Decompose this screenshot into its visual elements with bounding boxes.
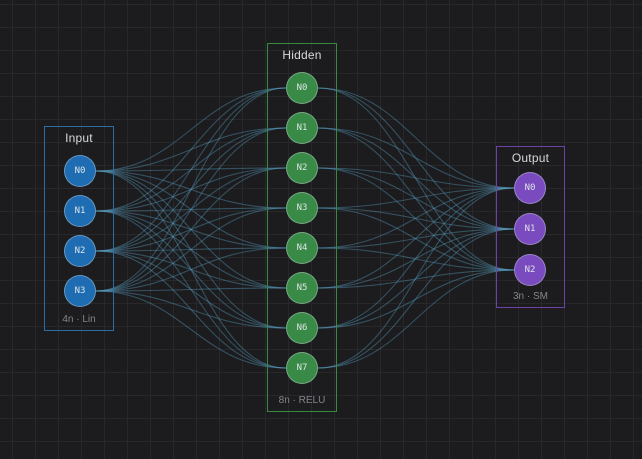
layer-footer-output: 3n · SM: [512, 291, 548, 302]
edge: [317, 207, 515, 271]
edge: [317, 187, 515, 289]
edge: [317, 167, 515, 189]
edge: [95, 87, 287, 172]
edge: [95, 250, 287, 369]
edge: [95, 127, 287, 212]
edge: [317, 127, 515, 230]
edge: [95, 247, 287, 292]
node-label: N2: [524, 265, 536, 275]
node-output-n2[interactable]: N2: [514, 254, 546, 286]
edge: [95, 210, 287, 329]
edge: [95, 207, 287, 292]
layer-title-hidden: Hidden: [282, 48, 322, 62]
node-label: N6: [296, 323, 308, 333]
edge: [317, 269, 515, 329]
node-label: N2: [296, 163, 308, 173]
edge: [317, 247, 515, 271]
edge: [95, 207, 287, 212]
edge: [317, 87, 515, 189]
edge: [95, 127, 287, 252]
node-label: N4: [296, 243, 308, 253]
node-label: N3: [74, 286, 86, 296]
edge: [95, 167, 287, 252]
edge: [95, 210, 287, 289]
edge: [317, 228, 515, 369]
edge: [317, 127, 515, 189]
node-hidden-n0[interactable]: N0: [286, 72, 318, 104]
edge: [317, 187, 515, 209]
node-label: N0: [296, 83, 308, 93]
node-hidden-n2[interactable]: N2: [286, 152, 318, 184]
edge: [95, 167, 287, 292]
node-label: N1: [524, 224, 536, 234]
edge: [95, 250, 287, 329]
node-hidden-n7[interactable]: N7: [286, 352, 318, 384]
edge: [317, 167, 515, 230]
node-hidden-n6[interactable]: N6: [286, 312, 318, 344]
node-input-n1[interactable]: N1: [64, 195, 96, 227]
node-hidden-n4[interactable]: N4: [286, 232, 318, 264]
node-label: N0: [74, 166, 86, 176]
edge: [317, 87, 515, 230]
edge: [95, 170, 287, 289]
node-input-n3[interactable]: N3: [64, 275, 96, 307]
edge: [317, 187, 515, 329]
edge: [317, 187, 515, 249]
node-hidden-n3[interactable]: N3: [286, 192, 318, 224]
edge: [317, 187, 515, 369]
edge: [317, 269, 515, 369]
edge: [95, 167, 287, 172]
edge: [95, 170, 287, 369]
edge: [317, 207, 515, 230]
edge: [95, 167, 287, 212]
node-label: N1: [296, 123, 308, 133]
node-label: N0: [524, 183, 536, 193]
edge: [95, 87, 287, 252]
node-hidden-n5[interactable]: N5: [286, 272, 318, 304]
edge: [95, 170, 287, 329]
node-output-n1[interactable]: N1: [514, 213, 546, 245]
edge: [95, 290, 287, 369]
edge: [95, 287, 287, 292]
edge: [95, 127, 287, 172]
layer-footer-input: 4n · Lin: [62, 314, 96, 325]
node-label: N2: [74, 246, 86, 256]
edge: [95, 127, 287, 292]
edge: [317, 228, 515, 249]
layer-title-output: Output: [511, 151, 550, 165]
edge: [95, 87, 287, 292]
edge: [95, 210, 287, 249]
node-output-n0[interactable]: N0: [514, 172, 546, 204]
node-input-n0[interactable]: N0: [64, 155, 96, 187]
edge: [95, 170, 287, 249]
node-hidden-n1[interactable]: N1: [286, 112, 318, 144]
edge: [95, 87, 287, 212]
node-label: N5: [296, 283, 308, 293]
edge: [317, 167, 515, 271]
node-label: N3: [296, 203, 308, 213]
node-input-n2[interactable]: N2: [64, 235, 96, 267]
layer-title-input: Input: [65, 131, 93, 145]
edge: [95, 210, 287, 369]
edge: [317, 228, 515, 329]
edge: [95, 290, 287, 329]
edge: [95, 170, 287, 209]
edge: [95, 207, 287, 252]
network-editor-canvas[interactable]: Input 4n · Lin Hidden 8n · RELU Output 3…: [0, 0, 642, 459]
edge: [317, 228, 515, 289]
edge: [95, 250, 287, 289]
edge: [317, 127, 515, 271]
node-label: N1: [74, 206, 86, 216]
edge: [317, 87, 515, 271]
edge: [317, 269, 515, 289]
layer-footer-hidden: 8n · RELU: [278, 395, 326, 406]
edge: [95, 247, 287, 252]
node-label: N7: [296, 363, 308, 373]
